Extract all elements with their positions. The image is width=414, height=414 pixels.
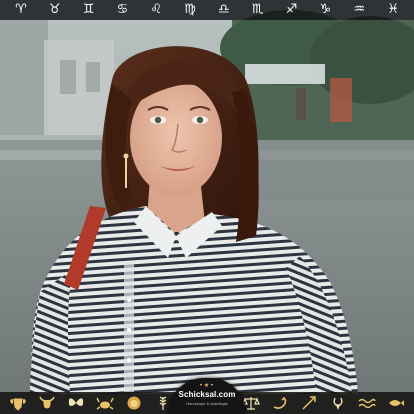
aries-icon[interactable]: ♈ [8,0,34,20]
schicksal-logo[interactable]: •★• Schicksal.com Horoskope & Astrologie [168,378,246,414]
taurus-icon[interactable]: ♉ [42,0,68,20]
crab-icon[interactable] [94,394,116,412]
logo-wordmark: Schicksal.com [178,390,236,399]
libra-icon[interactable]: ♎ [211,0,237,20]
cancer-icon[interactable]: ♋ [109,0,135,20]
virgo-icon[interactable]: ♍ [177,0,203,20]
goat-icon[interactable] [327,394,349,412]
lion-head-icon[interactable] [123,394,145,412]
zodiac-sign-bar: ♈ ♉ ♊ ♋ ♌ ♍ ♎ ♏ ♐ ♑ ♒ ♓ [0,0,414,20]
gemini-icon[interactable]: ♊ [76,0,102,20]
archer-icon[interactable] [298,394,320,412]
sagittarius-icon[interactable]: ♐ [279,0,305,20]
logo-stars: •★• [199,382,215,389]
pisces-icon[interactable]: ♓ [380,0,406,20]
leo-icon[interactable]: ♌ [143,0,169,20]
portrait-photo [0,0,414,414]
capricorn-icon[interactable]: ♑ [312,0,338,20]
butterfly-icon[interactable] [65,394,87,412]
bull-head-icon[interactable] [36,394,58,412]
logo-tagline: Horoskope & Astrologie [186,401,228,406]
zodiac-picture-bar: •★• Schicksal.com Horoskope & Astrologie [0,378,414,414]
aquarius-icon[interactable]: ♒ [346,0,372,20]
scorpio-icon[interactable]: ♏ [245,0,271,20]
scorpion-icon[interactable] [269,394,291,412]
fish-icon[interactable] [385,394,407,412]
ram-head-icon[interactable] [7,394,29,412]
water-waves-icon[interactable] [356,394,378,412]
